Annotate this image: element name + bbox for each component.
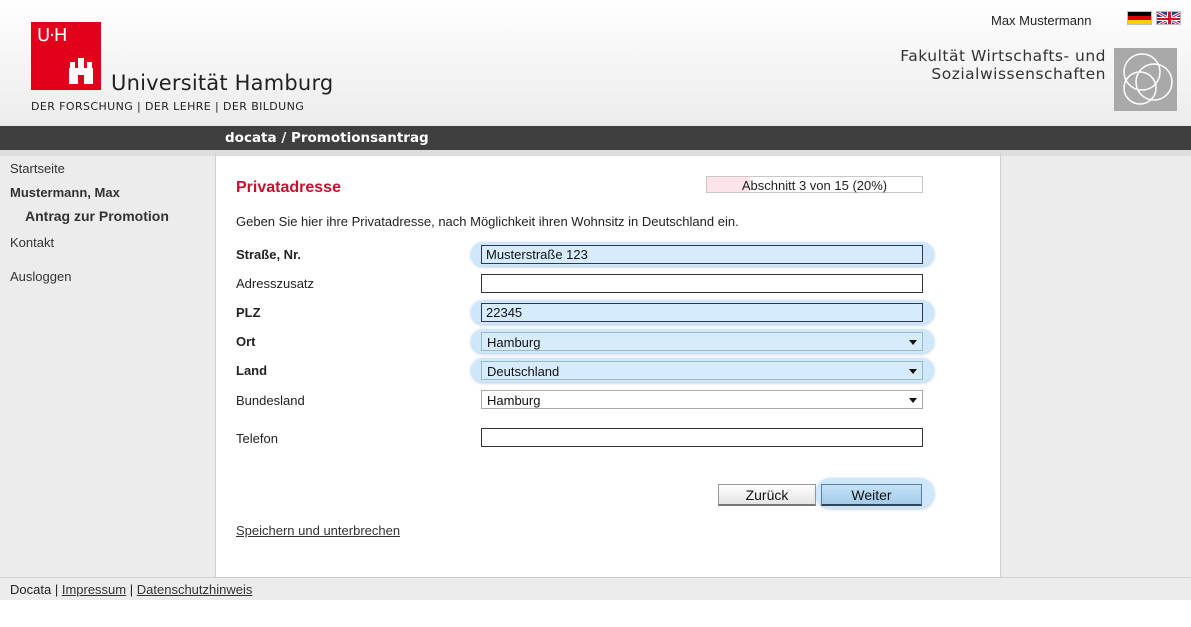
footer-privacy-link[interactable]: Datenschutzhinweis — [137, 582, 253, 597]
progress-indicator: Abschnitt 3 von 15 (20%) — [706, 176, 923, 193]
state-select-value: Hamburg — [487, 393, 541, 408]
next-button[interactable]: Weiter — [821, 484, 922, 506]
back-button[interactable]: Zurück — [718, 484, 816, 506]
de-flag-icon[interactable] — [1127, 11, 1152, 25]
sidebar-item-user[interactable]: Mustermann, Max — [10, 185, 120, 200]
city-select[interactable]: Hamburg — [481, 332, 923, 351]
phone-input[interactable] — [481, 428, 923, 447]
sidebar: Startseite Mustermann, Max Antrag zur Pr… — [0, 150, 215, 577]
progress-text: Abschnitt 3 von 15 (20%) — [741, 178, 888, 193]
uhh-logo-text: U·H — [37, 25, 67, 46]
street-label: Straße, Nr. — [236, 247, 302, 262]
city-label: Ort — [236, 334, 256, 349]
chevron-down-icon — [909, 369, 917, 374]
faculty-name: Fakultät Wirtschafts- und Sozialwissensc… — [900, 47, 1106, 83]
faculty-line-2: Sozialwissenschaften — [931, 65, 1106, 83]
app-title: docata / Promotionsantrag — [225, 130, 429, 146]
city-select-value: Hamburg — [487, 335, 541, 350]
university-logo[interactable]: U·H — [31, 22, 101, 90]
country-select-value: Deutschland — [487, 364, 560, 379]
state-label: Bundesland — [236, 393, 305, 408]
zip-input[interactable] — [481, 303, 923, 322]
logged-in-user: Max Mustermann — [991, 13, 1092, 28]
phone-label: Telefon — [236, 431, 278, 446]
sidebar-item-kontakt[interactable]: Kontakt — [10, 235, 54, 250]
title-bar: docata / Promotionsantrag — [0, 126, 1191, 150]
university-slogan: DER FORSCHUNG | DER LEHRE | DER BILDUNG — [31, 100, 305, 113]
state-select[interactable]: Hamburg — [481, 390, 923, 409]
footer-impressum-link[interactable]: Impressum — [62, 582, 126, 597]
right-column — [1001, 150, 1191, 577]
page-header: U·H Universität Hamburg DER FORSCHUNG | … — [0, 0, 1191, 126]
sidebar-item-startseite[interactable]: Startseite — [10, 161, 65, 176]
footer-brand: Docata — [10, 582, 52, 597]
street-input[interactable] — [481, 245, 923, 264]
en-flag-icon[interactable] — [1156, 11, 1181, 25]
section-title: Privatadresse — [236, 179, 341, 196]
sidebar-item-logout[interactable]: Ausloggen — [10, 269, 71, 284]
intro-text: Geben Sie hier ihre Privatadresse, nach … — [236, 214, 739, 229]
country-select[interactable]: Deutschland — [481, 361, 923, 380]
chevron-down-icon — [909, 398, 917, 403]
footer-separator: | — [54, 582, 62, 597]
faculty-logo — [1114, 48, 1177, 111]
address-extra-label: Adresszusatz — [236, 276, 315, 291]
address-extra-input[interactable] — [481, 274, 923, 293]
zip-label: PLZ — [236, 305, 261, 320]
faculty-line-1: Fakultät Wirtschafts- und — [900, 47, 1106, 65]
sidebar-item-antrag[interactable]: Antrag zur Promotion — [25, 208, 169, 224]
chevron-down-icon — [909, 340, 917, 345]
page-footer: Docata | Impressum | Datenschutzhinweis — [0, 577, 1191, 600]
footer-separator: | — [129, 582, 137, 597]
country-label: Land — [236, 363, 268, 378]
hamburg-castle-icon — [69, 58, 93, 84]
university-name: Universität Hamburg — [111, 71, 334, 95]
save-and-pause-link[interactable]: Speichern und unterbrechen — [236, 523, 400, 538]
main-content: Privatadresse Abschnitt 3 von 15 (20%) G… — [215, 150, 1001, 577]
